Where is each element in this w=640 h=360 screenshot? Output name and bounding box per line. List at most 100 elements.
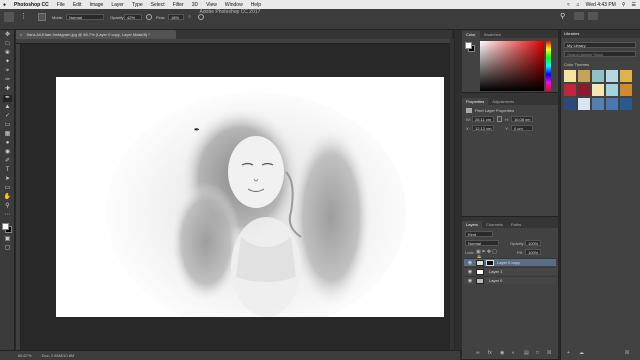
menu-app-name[interactable]: Photoshop CC xyxy=(14,2,49,8)
y-field[interactable]: 0 cm xyxy=(511,125,533,131)
layer-row[interactable]: ◉ Layer 1 xyxy=(464,267,556,275)
share-icon[interactable] xyxy=(588,12,598,20)
panel-foreground-swatch[interactable] xyxy=(465,42,472,49)
color-theme-swatch[interactable] xyxy=(564,84,576,96)
tab-channels[interactable]: Channels xyxy=(482,221,507,228)
layer-row[interactable]: ◉ Layer 0 copy xyxy=(464,258,556,266)
type-tool-icon[interactable]: T xyxy=(3,167,12,174)
layer-name[interactable]: Layer 0 copy xyxy=(497,259,520,267)
layer-style-icon[interactable]: fx xyxy=(488,350,492,356)
zoom-level[interactable]: 66.67% xyxy=(18,353,32,358)
eraser-tool-icon[interactable]: ▭ xyxy=(3,122,12,129)
color-theme-swatch[interactable] xyxy=(592,70,604,82)
volume-icon[interactable]: ♫ xyxy=(576,2,580,8)
lasso-tool-icon[interactable]: ❀ xyxy=(3,50,12,57)
wifi-icon[interactable]: ≈ xyxy=(567,2,570,8)
menu-3d[interactable]: 3D xyxy=(192,2,198,8)
color-theme-swatch[interactable] xyxy=(564,70,576,82)
move-tool-icon[interactable]: ✥ xyxy=(3,32,12,39)
color-theme-swatch[interactable] xyxy=(578,98,590,110)
visibility-eye-icon[interactable]: ◉ xyxy=(467,277,473,285)
visibility-eye-icon[interactable]: ◉ xyxy=(467,268,473,276)
new-layer-icon[interactable]: □ xyxy=(536,350,539,356)
gradient-tool-icon[interactable]: ▦ xyxy=(3,131,12,138)
healing-tool-icon[interactable]: ✚ xyxy=(3,86,12,93)
color-theme-swatch[interactable] xyxy=(620,98,632,110)
tab-properties[interactable]: Properties xyxy=(462,98,489,105)
tab-paths[interactable]: Paths xyxy=(507,221,525,228)
dodge-tool-icon[interactable]: ◉ xyxy=(3,149,12,156)
layer-row[interactable]: ◉ Layer 0 xyxy=(464,276,556,284)
marquee-tool-icon[interactable]: □ xyxy=(3,41,12,48)
layer-filter-kind[interactable]: Kind xyxy=(465,231,493,237)
color-picker-field[interactable] xyxy=(480,41,544,91)
apple-icon[interactable]: ● xyxy=(3,2,6,8)
libraries-title[interactable]: Libraries xyxy=(561,30,640,38)
vertical-ruler[interactable] xyxy=(16,44,21,352)
visibility-eye-icon[interactable]: ◉ xyxy=(467,259,473,267)
screen-mode-icon[interactable]: ▢ xyxy=(3,245,12,252)
pen-tool-icon[interactable]: ✐ xyxy=(3,158,12,165)
history-brush-tool-icon[interactable]: ✓ xyxy=(3,113,12,120)
blur-tool-icon[interactable]: ● xyxy=(3,140,12,147)
menu-filter[interactable]: Filter xyxy=(173,2,184,8)
search-icon[interactable]: ⚲ xyxy=(622,2,626,8)
document-tab[interactable]: × Sara-Ali-Khan-Instagram.jpg @ 66.7% (L… xyxy=(16,30,176,39)
library-select[interactable]: My Library xyxy=(564,42,636,48)
menu-window[interactable]: Window xyxy=(225,2,243,8)
more-tools-icon[interactable]: ⋯ xyxy=(3,212,12,219)
workspace-switcher-icon[interactable] xyxy=(574,12,584,20)
layer-name[interactable]: Layer 0 xyxy=(489,277,502,285)
library-search-input[interactable]: Search Adobe Stock xyxy=(564,51,636,57)
horizontal-ruler[interactable] xyxy=(16,39,450,44)
close-tab-icon[interactable]: × xyxy=(20,32,22,37)
menu-edit[interactable]: Edit xyxy=(73,2,82,8)
path-select-tool-icon[interactable]: ➤ xyxy=(3,176,12,183)
hand-tool-icon[interactable]: ✋ xyxy=(3,194,12,201)
menu-image[interactable]: Image xyxy=(89,2,103,8)
layer-mask-thumbnail[interactable] xyxy=(486,260,494,266)
delete-layer-icon[interactable]: ☒ xyxy=(547,350,551,356)
clock[interactable]: Wed 4:43 PM xyxy=(586,2,616,8)
width-field[interactable]: 26.11 cm xyxy=(472,116,494,122)
color-theme-swatch[interactable] xyxy=(592,84,604,96)
quick-select-tool-icon[interactable]: ✦ xyxy=(3,59,12,66)
document-info[interactable]: Doc: 2.85M/10.8M xyxy=(42,353,75,358)
color-theme-swatch[interactable] xyxy=(564,98,576,110)
menu-view[interactable]: View xyxy=(206,2,217,8)
document-canvas[interactable]: ✒ xyxy=(56,77,444,317)
hue-slider[interactable] xyxy=(546,41,551,91)
color-theme-swatch[interactable] xyxy=(620,84,632,96)
library-delete-icon[interactable]: ☒ xyxy=(625,350,629,356)
clone-stamp-tool-icon[interactable]: ▲ xyxy=(3,104,12,111)
crop-tool-icon[interactable]: ⌖ xyxy=(3,68,12,75)
vertical-scrollbar[interactable] xyxy=(450,39,454,352)
workspace-search-icon[interactable]: ⚲ xyxy=(560,12,568,20)
color-theme-swatch[interactable] xyxy=(592,98,604,110)
menu-list-icon[interactable]: ☰ xyxy=(632,2,636,8)
layer-opacity-field[interactable]: 100% xyxy=(525,240,541,246)
shape-tool-icon[interactable]: ▭ xyxy=(3,185,12,192)
tab-layers[interactable]: Layers xyxy=(462,221,483,228)
menu-file[interactable]: File xyxy=(57,2,65,8)
brush-tool-icon[interactable]: ✒ xyxy=(3,95,12,102)
add-mask-icon[interactable]: ◉ xyxy=(500,350,504,356)
link-layers-icon[interactable]: ∞ xyxy=(476,350,480,356)
adjustment-layer-icon[interactable]: ◐ xyxy=(512,350,515,356)
link-icon[interactable] xyxy=(497,116,502,122)
layer-blend-mode[interactable]: Normal xyxy=(465,240,499,246)
menu-type[interactable]: Type xyxy=(132,2,143,8)
color-theme-swatch[interactable] xyxy=(578,70,590,82)
color-theme-swatch[interactable] xyxy=(606,84,618,96)
menu-select[interactable]: Select xyxy=(151,2,165,8)
zoom-tool-icon[interactable]: ⚲ xyxy=(3,203,12,210)
new-group-icon[interactable]: ▤ xyxy=(524,350,529,356)
color-theme-swatch[interactable] xyxy=(578,84,590,96)
cloud-sync-icon[interactable]: ☁ xyxy=(579,350,584,356)
tab-swatches[interactable]: Swatches xyxy=(480,31,505,38)
lock-icons[interactable]: ▣✒✥▢🔒 xyxy=(476,249,500,261)
layer-name[interactable]: Layer 1 xyxy=(489,268,502,276)
height-field[interactable]: 16.08 cm xyxy=(511,116,533,122)
color-theme-swatch[interactable] xyxy=(606,70,618,82)
add-content-icon[interactable]: + xyxy=(567,350,570,356)
